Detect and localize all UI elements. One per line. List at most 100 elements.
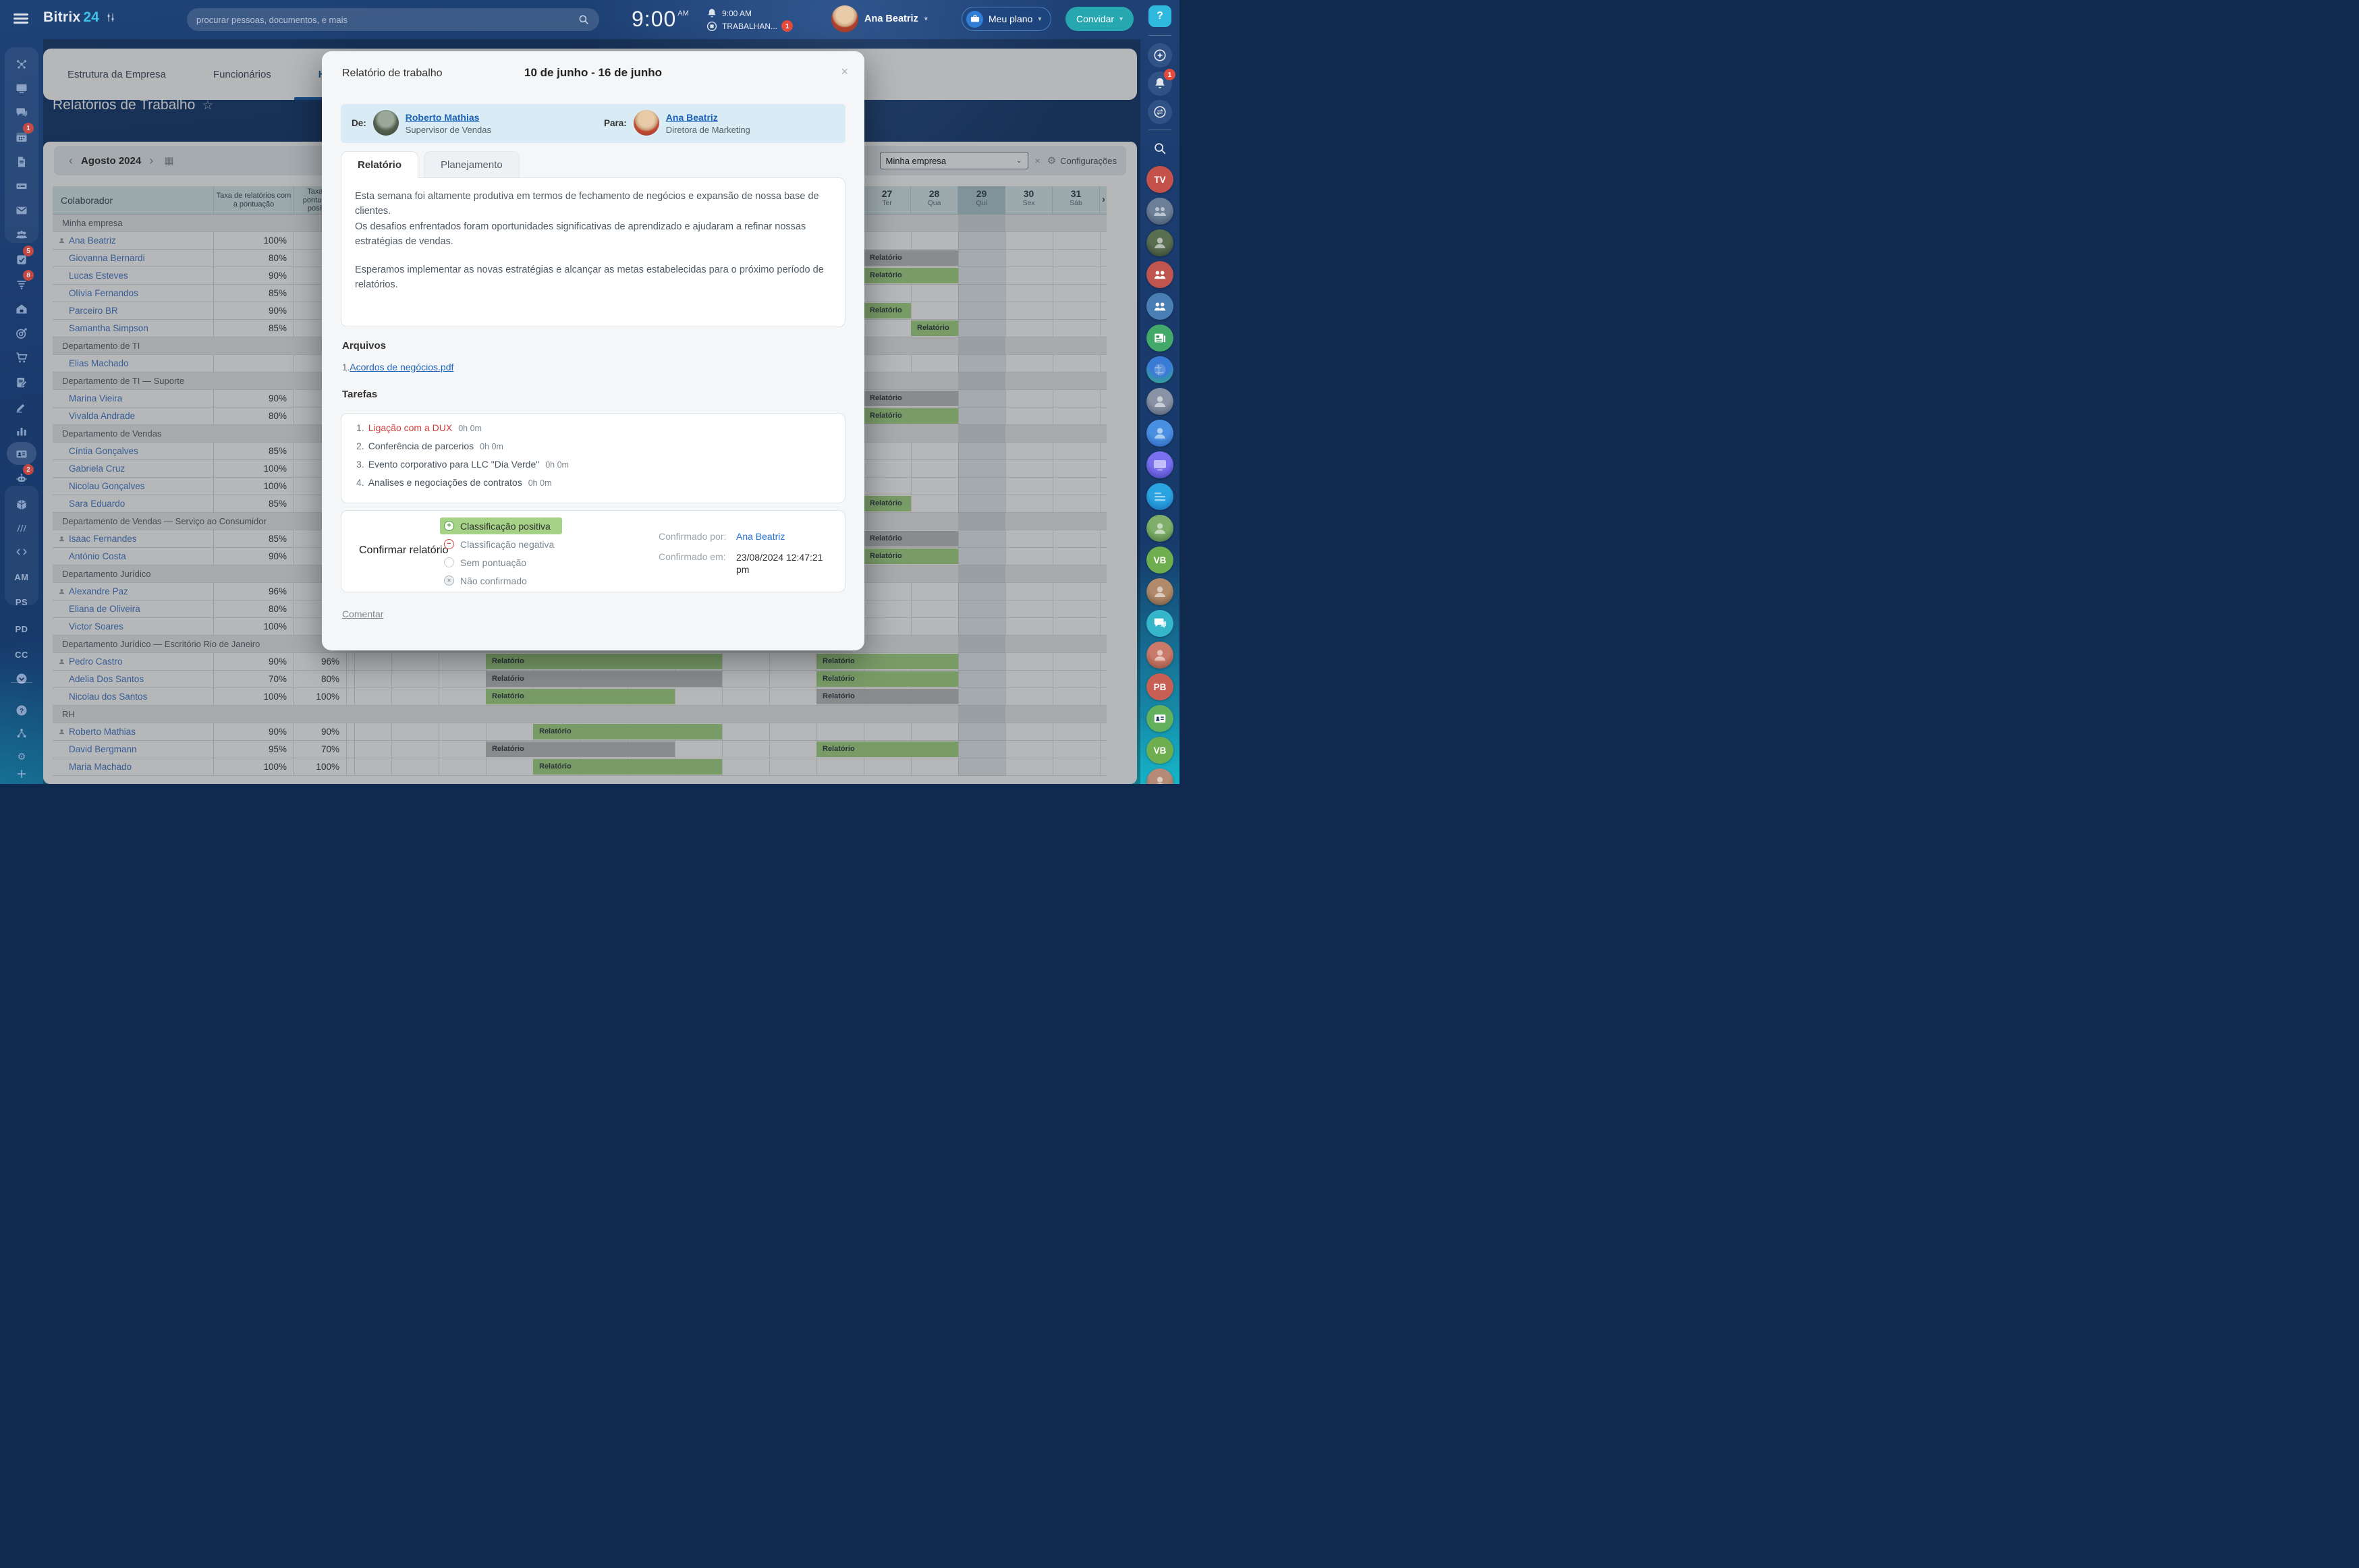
logo-number: 24 <box>83 9 99 26</box>
sidebar-item-mail[interactable] <box>0 200 43 221</box>
worktime-clock[interactable]: 9:00 AM <box>632 5 689 32</box>
sidebar-item-am[interactable]: AM <box>0 567 43 587</box>
search-icon[interactable] <box>578 13 590 26</box>
sidebar-item-docs[interactable] <box>0 152 43 172</box>
avatar-people-red[interactable] <box>1146 261 1173 288</box>
avatar-man-photo[interactable] <box>1146 229 1173 256</box>
sidebar-item-structure[interactable] <box>0 723 43 744</box>
avatar-vb[interactable]: VB <box>1146 547 1173 573</box>
to-name-link[interactable]: Ana Beatriz <box>666 111 750 124</box>
avatar-woman-cut[interactable] <box>1146 768 1173 784</box>
plan-button[interactable]: Meu plano ▾ <box>962 7 1051 31</box>
sidebar-item-cc[interactable]: CC <box>0 644 43 665</box>
copilot-icon[interactable] <box>1148 43 1172 67</box>
from-name-link[interactable]: Roberto Mathias <box>406 111 491 124</box>
invite-button[interactable]: Convidar ▾ <box>1065 7 1134 31</box>
confirm-option-non[interactable]: Sem pontuação <box>440 554 562 571</box>
report-paragraph: Esta semana foi altamente produtiva em t… <box>355 189 831 219</box>
notifications-icon[interactable]: 1 <box>1148 72 1172 96</box>
sidebar-item-warehouse[interactable] <box>0 299 43 319</box>
from-avatar[interactable] <box>373 110 399 136</box>
modal-tab-relatório[interactable]: Relatório <box>341 151 418 178</box>
avatar-woman-brown[interactable] <box>1146 578 1173 605</box>
sidebar-item-marketing[interactable] <box>0 323 43 343</box>
sidebar-item-forms[interactable] <box>0 372 43 393</box>
avatar-earth[interactable] <box>1146 356 1173 383</box>
file-link[interactable]: Acordos de negócios.pdf <box>350 362 453 372</box>
tasks-panel: 1.Ligação com a DUX0h 0m2.Conferência de… <box>341 413 845 503</box>
avatar-screens[interactable] <box>1146 451 1173 478</box>
sidebar-item-hr[interactable] <box>0 444 43 464</box>
sidebar-item-pd[interactable]: PD <box>0 619 43 639</box>
messenger-icon[interactable] <box>1148 100 1172 124</box>
sidebar-item-add[interactable] <box>0 764 43 784</box>
sidebar-item-sites[interactable] <box>0 78 43 99</box>
app-logo[interactable]: Bitrix24 <box>43 9 117 26</box>
sidebar-item-copilot[interactable]: 2 <box>0 468 43 488</box>
report-text-panel[interactable]: Esta semana foi altamente produtiva em t… <box>341 177 845 327</box>
confirmed-by-link[interactable]: Ana Beatriz <box>736 531 824 542</box>
notification-badge: 1 <box>1164 69 1175 80</box>
search-input[interactable]: procurar pessoas, documentos, e mais <box>187 8 599 31</box>
sidebar-item-ps[interactable]: PS <box>0 592 43 612</box>
gear-icon: ⚙ <box>15 750 28 763</box>
avatar-woman-red[interactable] <box>1146 642 1173 669</box>
sliders-icon[interactable] <box>105 11 117 24</box>
sidebar-item-network[interactable] <box>0 54 43 74</box>
avatar-chat-teal[interactable] <box>1146 610 1173 637</box>
search-icon[interactable] <box>1148 136 1172 161</box>
confirm-info: Confirmado por: Ana Beatriz Confirmado e… <box>659 531 824 576</box>
avatar-banner[interactable] <box>1146 483 1173 510</box>
sidebar-collapse[interactable] <box>0 669 43 689</box>
sidebar-item-messenger[interactable] <box>0 103 43 123</box>
sidebar-item-sign[interactable] <box>0 397 43 417</box>
avatar-contact-green[interactable] <box>1146 705 1173 732</box>
file-item: 1.Acordos de negócios.pdf <box>342 362 453 372</box>
sidebar-item-groups[interactable] <box>0 225 43 245</box>
avatar-tv-channel[interactable]: TV <box>1146 166 1173 193</box>
confirm-option-neg[interactable]: −Classificação negativa <box>440 536 562 553</box>
task-number: 3. <box>356 459 364 470</box>
to-avatar[interactable] <box>634 110 659 136</box>
atom-icon <box>15 57 28 71</box>
sidebar-item-shop[interactable] <box>0 347 43 368</box>
reminder-row[interactable]: 9:00 AM <box>706 7 793 20</box>
user-menu[interactable]: Ana Beatriz ▾ <box>831 5 928 32</box>
help-button[interactable]: ? <box>1148 5 1171 27</box>
avatar-woman-green[interactable] <box>1146 515 1173 542</box>
doc-icon <box>15 155 28 169</box>
sidebar-item-calendar[interactable]: 1 <box>0 127 43 147</box>
to-label: Para: <box>604 118 627 128</box>
avatar-meeting-photo[interactable] <box>1146 198 1173 225</box>
sidebar-item-drive[interactable] <box>0 176 43 196</box>
report-from: De: Roberto Mathias Supervisor de Vendas <box>352 110 491 136</box>
modal-tab-planejamento[interactable]: Planejamento <box>424 151 520 178</box>
task-link[interactable]: Ligação com a DUX <box>368 422 453 433</box>
task-link[interactable]: Evento corporativo para LLC "Dia Verde" <box>368 459 540 470</box>
sidebar-item-developer[interactable] <box>0 542 43 562</box>
avatar-man-laptop[interactable] <box>1146 388 1173 415</box>
task-link[interactable]: Analises e negociações de contratos <box>368 477 522 488</box>
confirm-option-pos[interactable]: +Classificação positiva <box>440 517 562 534</box>
menu-icon[interactable] <box>13 13 28 24</box>
task-time: 0h 0m <box>480 442 503 451</box>
sidebar-item-help[interactable]: ? <box>0 700 43 721</box>
avatar-man-blue[interactable] <box>1146 420 1173 447</box>
task-link[interactable]: Conferência de parcerios <box>368 441 474 451</box>
close-icon[interactable]: × <box>841 65 848 79</box>
avatar-news-green[interactable] <box>1146 325 1173 352</box>
search-placeholder: procurar pessoas, documentos, e mais <box>196 15 578 25</box>
sidebar-item-crm[interactable]: 8 <box>0 274 43 294</box>
avatar-people-blue[interactable] <box>1146 293 1173 320</box>
avatar-vb-2[interactable]: VB <box>1146 737 1173 764</box>
avatar-pb[interactable]: PB <box>1146 673 1173 700</box>
work-status-row[interactable]: TRABALHAN... 1 <box>706 20 793 32</box>
confirm-option-unc[interactable]: ×Não confirmado <box>440 572 562 589</box>
task-time: 0h 0m <box>528 478 552 488</box>
comment-link[interactable]: Comentar <box>342 609 383 619</box>
sidebar-item-tasks[interactable]: 5 <box>0 250 43 270</box>
report-paragraph: Os desafios enfrentados foram oportunida… <box>355 219 831 250</box>
sidebar-item-bi[interactable] <box>0 421 43 441</box>
sidebar-item-m-app[interactable] <box>0 518 43 538</box>
sidebar-item-market[interactable] <box>0 495 43 515</box>
